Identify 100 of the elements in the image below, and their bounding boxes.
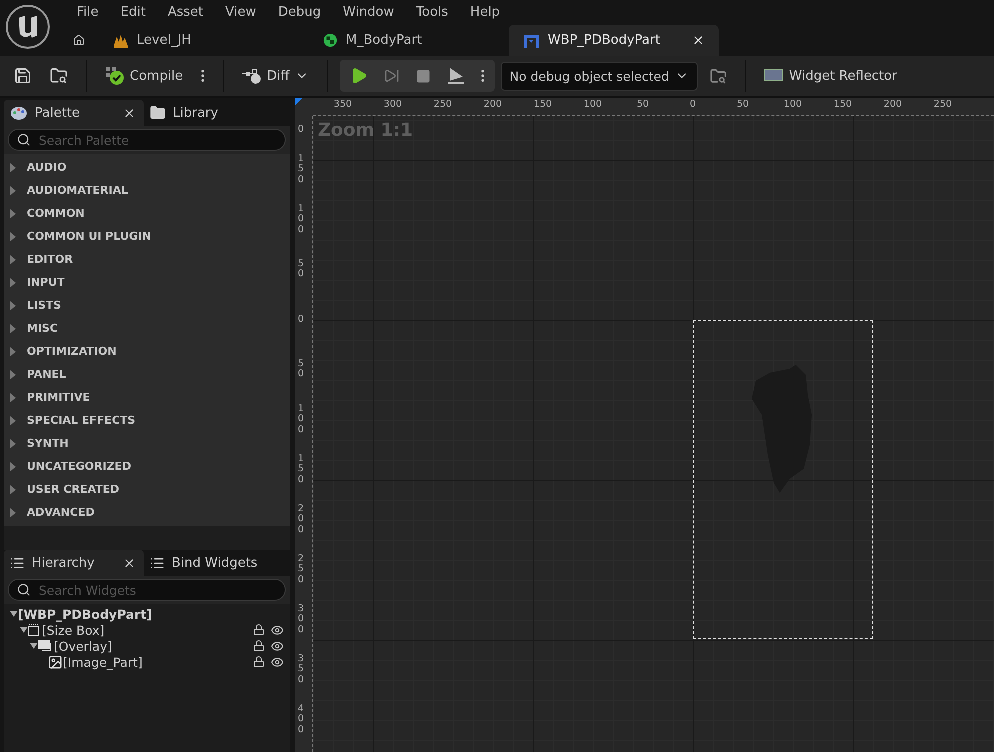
- expander-icon: [9, 324, 17, 334]
- hierarchy-label: [Size Box]: [42, 622, 105, 638]
- widget-category[interactable]: USER CREATED: [4, 478, 290, 501]
- ruler-label: 400: [298, 704, 306, 736]
- widget-category[interactable]: SYNTH: [4, 432, 290, 455]
- dock-tab[interactable]: Hierarchy: [4, 550, 144, 576]
- lock-icon[interactable]: [253, 656, 265, 668]
- close-icon[interactable]: [123, 106, 136, 120]
- ruler-label: 100: [584, 99, 602, 110]
- widget-category[interactable]: EDITOR: [4, 248, 290, 271]
- menu-item[interactable]: File: [69, 5, 113, 20]
- ruler-label: 0: [298, 124, 306, 136]
- ruler-label: 100: [298, 204, 306, 236]
- widget-category[interactable]: AUDIOMATERIAL: [4, 179, 290, 202]
- debug-object-dropdown[interactable]: No debug object selected: [500, 62, 698, 90]
- expander-icon: [9, 346, 17, 356]
- widget-category[interactable]: OPTIMIZATION: [4, 340, 290, 363]
- expander-icon: [9, 438, 17, 448]
- dock-tab[interactable]: Bind Widgets: [144, 550, 284, 576]
- overlay-icon: [38, 640, 54, 652]
- document-tab[interactable]: Level_JH: [99, 25, 309, 56]
- hierarchy-label: [WBP_PDBodyPart]: [18, 606, 152, 622]
- menu-item[interactable]: Asset: [160, 5, 218, 20]
- expander-icon: [9, 254, 17, 264]
- expander-icon: [9, 278, 17, 288]
- ruler-label: 100: [784, 99, 802, 110]
- dock-tab[interactable]: Palette: [4, 100, 144, 126]
- hierarchy-item[interactable]: [Overlay]: [4, 638, 290, 654]
- expander-icon: [9, 300, 17, 310]
- level-icon: [113, 34, 129, 48]
- hierarchy-item[interactable]: [Image_Part]: [4, 654, 290, 670]
- expander-icon: [9, 416, 17, 426]
- dock-tab[interactable]: Library: [144, 100, 284, 126]
- ruler-label: 50: [298, 360, 306, 380]
- lock-icon[interactable]: [253, 624, 265, 636]
- hierarchy-item[interactable]: [WBP_PDBodyPart]: [4, 606, 290, 622]
- menu-item[interactable]: Window: [335, 5, 408, 20]
- ruler-label: 200: [484, 99, 502, 110]
- expander-icon: [9, 484, 17, 494]
- menu-item[interactable]: View: [218, 5, 270, 20]
- diff-icon: [242, 67, 262, 85]
- search-bar[interactable]: Search Palette: [8, 129, 286, 151]
- widget-category[interactable]: COMMON UI PLUGIN: [4, 225, 290, 248]
- expander-icon: [9, 208, 17, 218]
- stop-icon: [416, 68, 431, 84]
- expander-icon: [9, 162, 17, 172]
- lock-icon[interactable]: [253, 640, 265, 652]
- document-tab[interactable]: WBP_PDBodyPart: [509, 25, 719, 56]
- list-icon: [10, 556, 25, 570]
- expander-icon: [9, 392, 17, 402]
- widget-category[interactable]: PRIMITIVE: [4, 386, 290, 409]
- widget-blueprint-icon: [523, 34, 540, 48]
- document-tab[interactable]: M_BodyPart: [309, 25, 509, 56]
- search-icon: [17, 133, 31, 147]
- menu-item[interactable]: Tools: [408, 5, 462, 20]
- tab-label: M_BodyPart: [346, 33, 422, 48]
- tab-label: Level_JH: [137, 33, 192, 48]
- paint-palette-icon: [10, 106, 28, 120]
- folder-search-icon: [50, 67, 68, 85]
- menu-item[interactable]: Edit: [112, 5, 160, 20]
- search-icon: [17, 583, 31, 597]
- compile-button[interactable]: Compile: [99, 62, 190, 90]
- widget-category[interactable]: LISTS: [4, 294, 290, 317]
- search-input[interactable]: Search Palette: [37, 132, 277, 148]
- ruler-label: 100: [298, 404, 306, 436]
- compile-check-icon: [105, 66, 125, 86]
- eye-icon[interactable]: [271, 624, 284, 636]
- widget-category[interactable]: INPUT: [4, 271, 290, 294]
- widget-category[interactable]: AUDIO: [4, 156, 290, 179]
- widget-category[interactable]: COMMON: [4, 202, 290, 225]
- ruler-label: 300: [384, 99, 402, 110]
- widget-reflector-button[interactable]: Widget Reflector: [758, 64, 904, 88]
- hierarchy-item[interactable]: [Size Box]: [4, 622, 290, 638]
- diff-button[interactable]: Diff: [236, 63, 315, 89]
- expander-icon: [9, 462, 17, 472]
- menu-item[interactable]: Debug: [270, 5, 336, 20]
- folder-search-icon: [710, 68, 728, 84]
- engine-logo[interactable]: [5, 4, 51, 50]
- widget-category[interactable]: SPECIAL EFFECTS: [4, 409, 290, 432]
- ruler-label: 350: [334, 99, 352, 110]
- tab-label: WBP_PDBodyPart: [548, 33, 660, 48]
- close-icon[interactable]: [692, 34, 705, 47]
- close-icon[interactable]: [123, 556, 136, 570]
- hierarchy-label: [Overlay]: [54, 638, 112, 654]
- eye-icon[interactable]: [271, 656, 284, 668]
- widget-category[interactable]: PANEL: [4, 363, 290, 386]
- ruler-label: 200: [298, 504, 306, 536]
- ruler-label: 150: [834, 99, 852, 110]
- simulate-icon: [446, 67, 465, 85]
- folder-icon: [150, 105, 166, 121]
- widget-category[interactable]: UNCATEGORIZED: [4, 455, 290, 478]
- menu-item[interactable]: Help: [462, 5, 514, 20]
- ruler-label: 200: [884, 99, 902, 110]
- widget-category[interactable]: MISC: [4, 317, 290, 340]
- corner-marker-icon: [295, 98, 303, 106]
- widget-category[interactable]: ADVANCED: [4, 501, 290, 524]
- list-icon: [150, 556, 165, 570]
- home-icon[interactable]: [73, 33, 85, 48]
- search-bar[interactable]: Search Widgets: [8, 579, 286, 601]
- eye-icon[interactable]: [271, 640, 284, 652]
